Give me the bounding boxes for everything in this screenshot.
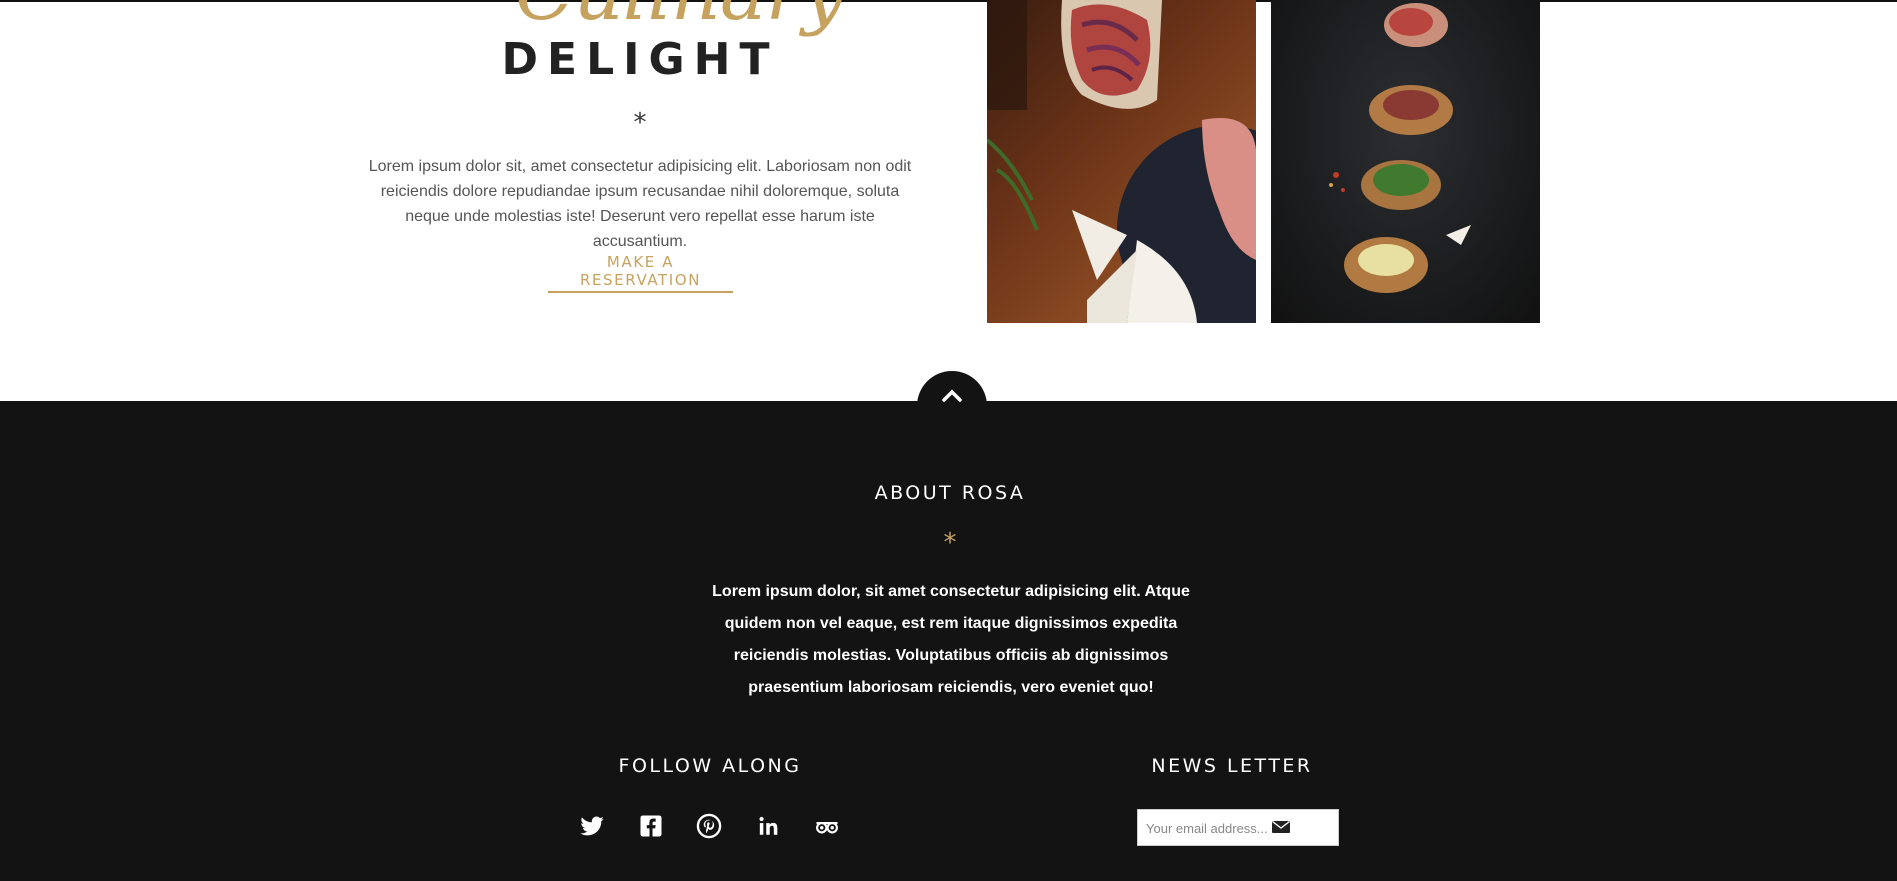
script-title: Culinary [515,0,846,32]
envelope-icon[interactable] [1272,820,1292,836]
facebook-icon[interactable] [637,812,665,840]
scroll-to-top-button[interactable] [917,371,987,441]
newsletter-title: NEWS LETTER [1151,755,1313,777]
about-title: ABOUT ROSA [874,482,1026,504]
about-text: Lorem ipsum dolor, sit amet consectetur … [712,583,1190,696]
food-photo-prosciutto-board [987,0,1256,323]
divider-star: * [633,108,647,138]
newsletter-form [1137,809,1339,846]
twitter-icon[interactable] [578,812,606,840]
chevron-up-icon [942,389,962,402]
pinterest-icon[interactable] [695,812,723,840]
section-title: DELIGHT [501,34,779,85]
intro-text: Lorem ipsum dolor sit, amet consectetur … [368,158,912,250]
food-photo-bruschetta [1271,0,1540,323]
make-reservation-link[interactable]: MAKE A RESERVATION [548,253,733,293]
linkedin-icon[interactable] [754,812,782,840]
top-border [0,0,1897,2]
divider-star-gold: * [943,528,957,558]
email-input[interactable] [1146,817,1276,839]
follow-along-title: FOLLOW ALONG [618,755,802,777]
tripadvisor-icon[interactable] [813,812,841,840]
